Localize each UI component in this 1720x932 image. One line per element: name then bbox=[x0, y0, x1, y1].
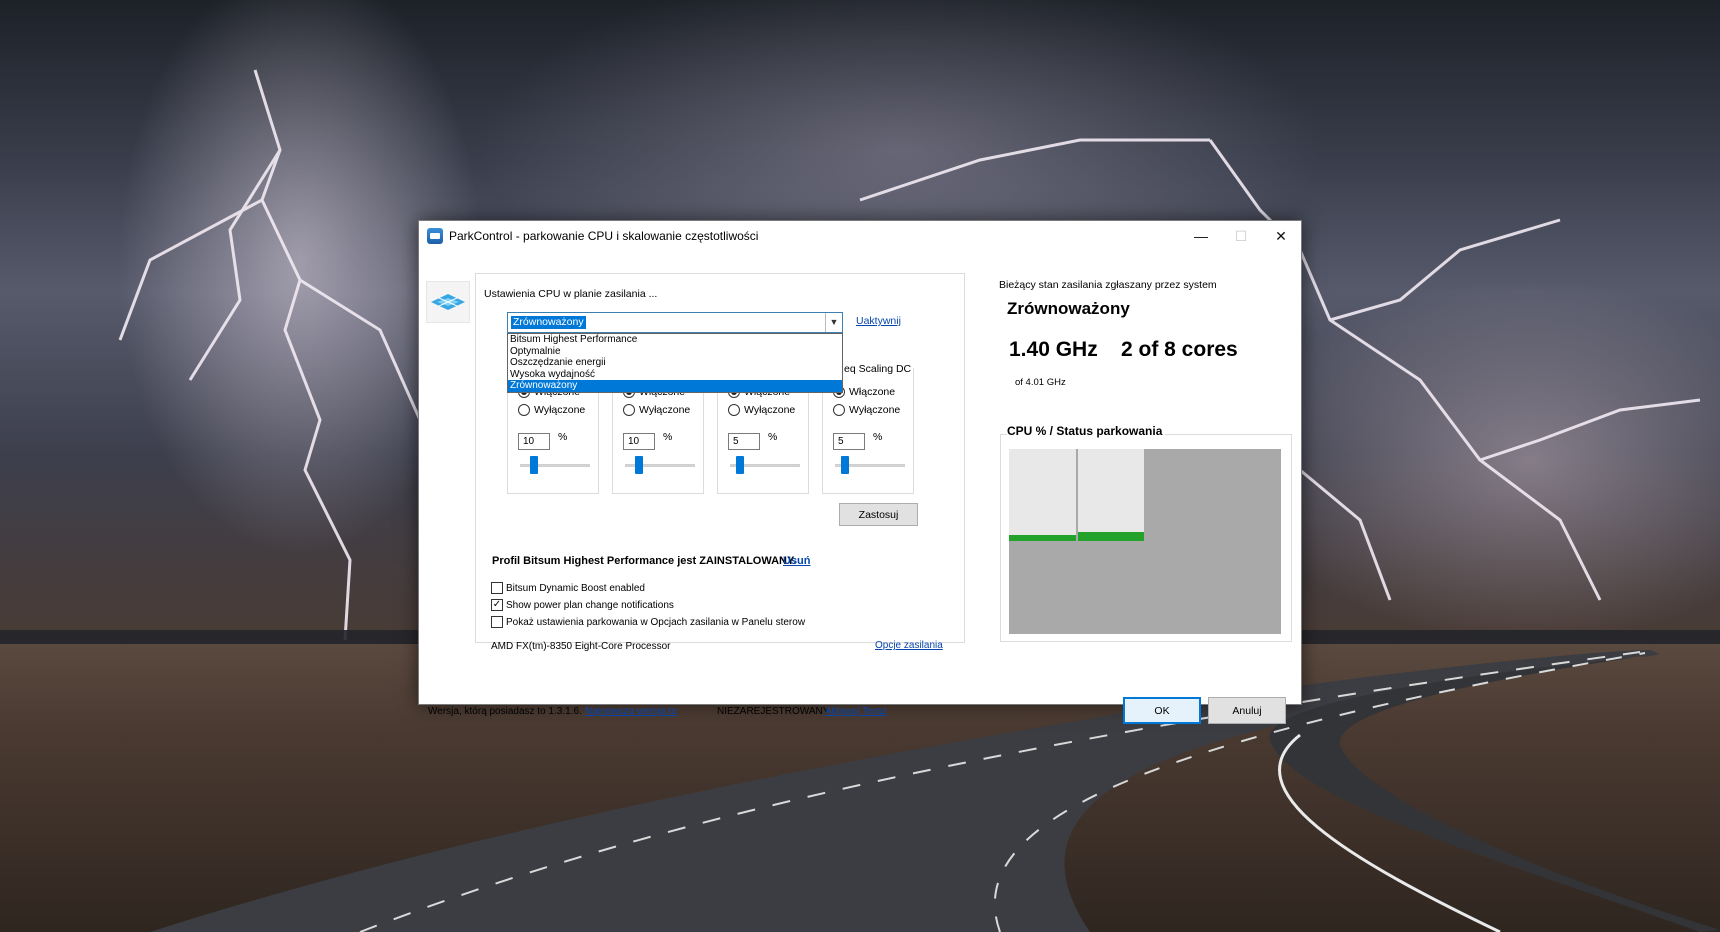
cpu-status-caption: CPU % / Status parkowania bbox=[1007, 424, 1166, 438]
core-parking-grid bbox=[1009, 449, 1281, 634]
radio-off-label: Wyłączone bbox=[639, 404, 691, 416]
remove-profile-link[interactable]: Usuń bbox=[783, 555, 811, 567]
checkbox-label: Pokaż ustawienia parkowania w Opcjach za… bbox=[506, 616, 806, 628]
core-cell-active bbox=[1009, 449, 1076, 541]
checkbox-show-parking[interactable]: Pokaż ustawienia parkowania w Opcjach za… bbox=[491, 616, 805, 628]
radio-off-row[interactable]: Wyłączone bbox=[518, 404, 585, 416]
version-text: Wersja, którą posiadasz to 1.3.1.6. bbox=[428, 706, 582, 717]
core-cell-active bbox=[1077, 449, 1144, 541]
cpu-settings-caption: Ustawienia CPU w planie zasilania ... bbox=[484, 288, 662, 300]
radio-off-label: Wyłączone bbox=[744, 404, 796, 416]
checkbox-box-checked[interactable]: ✓ bbox=[491, 599, 503, 611]
activate-now-link[interactable]: Aktywuj Teraz bbox=[825, 706, 887, 717]
parkcontrol-window: ParkControl - parkowanie CPU i skalowani… bbox=[418, 220, 1302, 724]
title-bar[interactable]: ParkControl - parkowanie CPU i skalowani… bbox=[419, 221, 1301, 251]
radio-off[interactable] bbox=[623, 404, 635, 416]
logo-diamond-icon bbox=[431, 294, 465, 310]
percent-sign: % bbox=[663, 431, 673, 443]
chevron-down-icon[interactable]: ▼ bbox=[825, 313, 842, 332]
percent-input[interactable]: 10 bbox=[518, 433, 550, 450]
newest-version-link[interactable]: Najnowsza wersja to bbox=[585, 706, 677, 717]
percent-input[interactable]: 5 bbox=[833, 433, 865, 450]
core-cell-parked bbox=[1077, 542, 1144, 634]
percent-sign: % bbox=[768, 431, 778, 443]
dropdown-option[interactable]: Wysoka wydajność bbox=[508, 369, 842, 381]
power-plan-dropdown: Bitsum Highest Performance Optymalnie Os… bbox=[507, 333, 843, 393]
core-usage-bar bbox=[1009, 535, 1076, 541]
slider-thumb[interactable] bbox=[635, 456, 643, 474]
radio-off[interactable] bbox=[728, 404, 740, 416]
slider-thumb[interactable] bbox=[736, 456, 744, 474]
slider-thumb[interactable] bbox=[841, 456, 849, 474]
current-power-state-label: Bieżący stan zasilania zgłaszany przez s… bbox=[999, 279, 1217, 291]
power-options-link[interactable]: Opcje zasilania bbox=[875, 640, 943, 651]
profile-installed-text: Profil Bitsum Highest Performance jest Z… bbox=[492, 555, 797, 567]
unregistered-text: NIEZAREJESTROWANY - bbox=[717, 706, 836, 717]
ok-button[interactable]: OK bbox=[1123, 697, 1201, 724]
max-frequency: of 4.01 GHz bbox=[1015, 377, 1066, 388]
core-usage-bar bbox=[1077, 532, 1144, 541]
maximize-button[interactable]: ☐ bbox=[1221, 221, 1261, 251]
active-cores: 2 of 8 cores bbox=[1121, 338, 1238, 361]
percent-sign: % bbox=[873, 431, 883, 443]
dropdown-option[interactable]: Optymalnie bbox=[508, 346, 842, 358]
core-cell-parked bbox=[1214, 542, 1281, 634]
close-button[interactable]: ✕ bbox=[1261, 221, 1301, 251]
checkbox-box[interactable] bbox=[491, 616, 503, 628]
core-cell-parked bbox=[1009, 542, 1076, 634]
percent-input[interactable]: 5 bbox=[728, 433, 760, 450]
radio-off-label: Wyłączone bbox=[849, 404, 901, 416]
radio-off-row[interactable]: Wyłączone bbox=[728, 404, 795, 416]
percent-input[interactable]: 10 bbox=[623, 433, 655, 450]
radio-off-label: Wyłączone bbox=[534, 404, 586, 416]
apply-button[interactable]: Zastosuj bbox=[839, 503, 918, 526]
checkbox-label: Bitsum Dynamic Boost enabled bbox=[506, 582, 645, 594]
parkcontrol-logo-icon bbox=[426, 281, 470, 323]
radio-off[interactable] bbox=[833, 404, 845, 416]
dropdown-option[interactable]: Bitsum Highest Performance bbox=[508, 334, 842, 346]
checkbox-dynamic-boost[interactable]: Bitsum Dynamic Boost enabled bbox=[491, 582, 645, 594]
current-plan-name: Zrównoważony bbox=[1007, 299, 1130, 318]
activate-link[interactable]: Uaktywnij bbox=[856, 315, 901, 327]
freq-scaling-dc-caption: eq Scaling DC bbox=[842, 363, 914, 375]
cpu-frequency: 1.40 GHz bbox=[1009, 338, 1098, 361]
slider-thumb[interactable] bbox=[530, 456, 538, 474]
radio-on-label: Włączone bbox=[849, 386, 896, 398]
core-cell-parked bbox=[1146, 542, 1213, 634]
radio-off-row[interactable]: Wyłączone bbox=[833, 404, 900, 416]
minimize-button[interactable]: — bbox=[1181, 221, 1221, 251]
dropdown-option-selected[interactable]: Zrównoważony bbox=[508, 380, 842, 392]
checkbox-plan-notifications[interactable]: ✓ Show power plan change notifications bbox=[491, 599, 674, 611]
checkbox-label: Show power plan change notifications bbox=[506, 599, 674, 611]
checkbox-box[interactable] bbox=[491, 582, 503, 594]
power-plan-combobox[interactable]: Zrównoważony ▼ bbox=[507, 312, 843, 333]
window-client: Ustawienia CPU w planie zasilania ... Zr… bbox=[419, 251, 1301, 724]
radio-off[interactable] bbox=[518, 404, 530, 416]
core-cell-parked bbox=[1214, 449, 1281, 541]
percent-sign: % bbox=[558, 431, 568, 443]
combo-selected-value: Zrównoważony bbox=[511, 316, 586, 329]
dropdown-option[interactable]: Oszczędzanie energii bbox=[508, 357, 842, 369]
cancel-button[interactable]: Anuluj bbox=[1208, 697, 1286, 724]
app-icon bbox=[427, 228, 443, 244]
radio-off-row[interactable]: Wyłączone bbox=[623, 404, 690, 416]
core-cell-parked bbox=[1146, 449, 1213, 541]
cpu-model-name: AMD FX(tm)-8350 Eight-Core Processor bbox=[491, 641, 671, 652]
window-title: ParkControl - parkowanie CPU i skalowani… bbox=[449, 229, 759, 243]
